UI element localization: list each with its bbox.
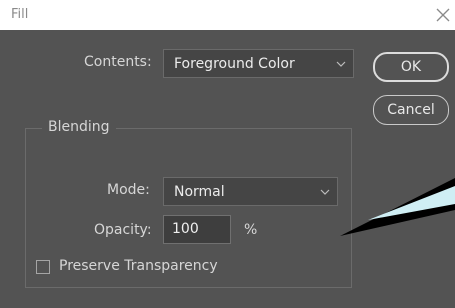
preserve-transparency-checkbox[interactable]	[36, 260, 50, 274]
opacity-unit: %	[244, 222, 258, 238]
preserve-transparency-label[interactable]: Preserve Transparency	[59, 258, 218, 274]
title-bar: Fill	[0, 0, 455, 30]
close-icon[interactable]	[436, 8, 450, 22]
opacity-label: Opacity:	[94, 222, 152, 238]
dialog-title: Fill	[11, 7, 29, 22]
mode-label: Mode:	[107, 182, 150, 198]
contents-label: Contents:	[84, 54, 152, 70]
blending-legend: Blending	[42, 119, 116, 135]
contents-dropdown[interactable]: Foreground Color	[163, 49, 354, 78]
mode-dropdown[interactable]: Normal	[163, 177, 338, 206]
cancel-button[interactable]: Cancel	[373, 95, 449, 125]
chevron-down-icon	[320, 189, 330, 195]
mode-dropdown-value: Normal	[174, 183, 225, 200]
chevron-down-icon	[336, 61, 346, 67]
ok-button[interactable]: OK	[373, 52, 449, 82]
contents-dropdown-value: Foreground Color	[174, 55, 295, 72]
callout-pointer	[340, 178, 455, 236]
opacity-input[interactable]: 100	[163, 215, 231, 244]
